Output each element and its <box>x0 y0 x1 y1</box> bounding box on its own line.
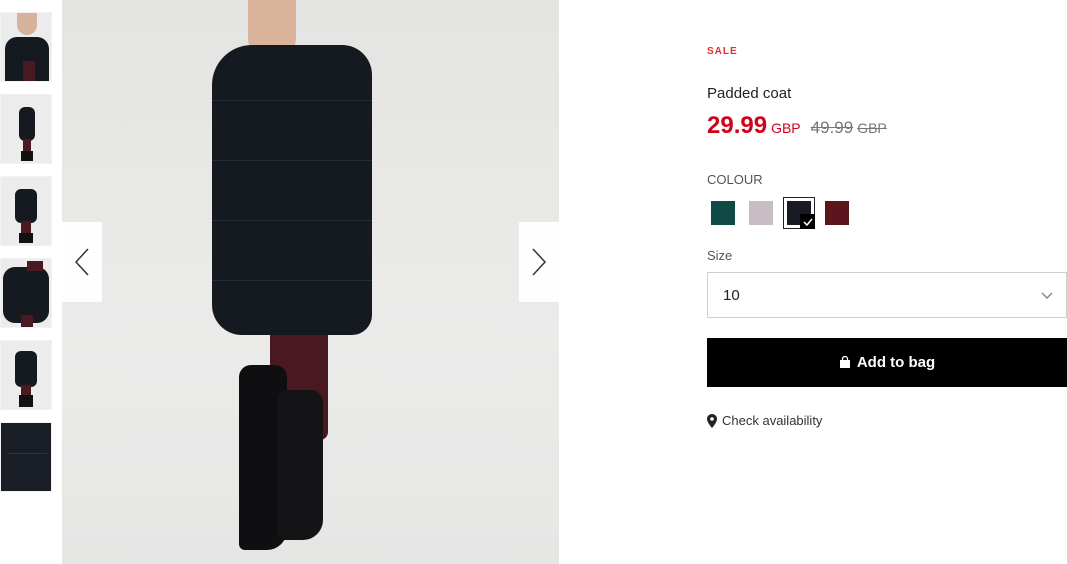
original-price-currency: GBP <box>857 120 887 136</box>
add-to-bag-button[interactable]: Add to bag <box>707 338 1067 387</box>
check-availability-link[interactable]: Check availability <box>707 413 822 428</box>
coat-quilt-line <box>212 280 372 281</box>
size-selected-value: 10 <box>723 286 740 304</box>
check-availability-label: Check availability <box>722 413 823 428</box>
thumbnail-2[interactable] <box>0 94 52 164</box>
colour-label: COLOUR <box>707 172 763 187</box>
coat-quilt-line <box>212 160 372 161</box>
main-product-image <box>62 0 559 564</box>
colour-swatch-lilac-grey[interactable] <box>745 197 777 229</box>
coat-quilt-line <box>212 220 372 221</box>
current-price: 29.99 <box>707 112 768 139</box>
padded-coat-figure <box>212 45 372 335</box>
size-select[interactable]: 10 <box>707 272 1067 318</box>
thumbnail-5[interactable] <box>0 340 52 410</box>
chevron-left-icon <box>74 248 89 276</box>
chevron-right-icon <box>532 248 547 276</box>
swatch-chip <box>749 201 773 225</box>
thumbnail-4[interactable] <box>0 258 52 328</box>
sale-badge: SALE <box>707 46 738 57</box>
original-price: 49.99 <box>810 118 854 137</box>
thumbnail-1[interactable] <box>0 12 52 82</box>
thumbnail-3[interactable] <box>0 176 52 246</box>
colour-swatch-black[interactable] <box>783 197 815 229</box>
current-price-currency: GBP <box>771 120 801 136</box>
coat-quilt-line <box>212 100 372 101</box>
colour-swatch-teal[interactable] <box>707 197 739 229</box>
boot-right <box>277 390 323 540</box>
thumbnail-6[interactable] <box>0 422 52 492</box>
gallery-prev-button[interactable] <box>62 222 102 302</box>
swatch-chip <box>711 201 735 225</box>
chevron-down-icon <box>1041 292 1053 300</box>
add-to-bag-label: Add to bag <box>856 354 936 371</box>
thumbnail-list <box>0 12 52 504</box>
size-label: Size <box>707 248 733 263</box>
gallery-next-button[interactable] <box>519 222 559 302</box>
product-title: Padded coat <box>707 85 792 102</box>
swatch-chip <box>825 201 849 225</box>
location-pin-icon <box>707 413 717 428</box>
checkmark-icon <box>800 214 815 229</box>
colour-swatches <box>707 197 859 229</box>
colour-swatch-burgundy[interactable] <box>821 197 853 229</box>
price-block: 29.99 GBP 49.99 GBP <box>707 112 887 140</box>
bag-icon <box>839 356 850 368</box>
